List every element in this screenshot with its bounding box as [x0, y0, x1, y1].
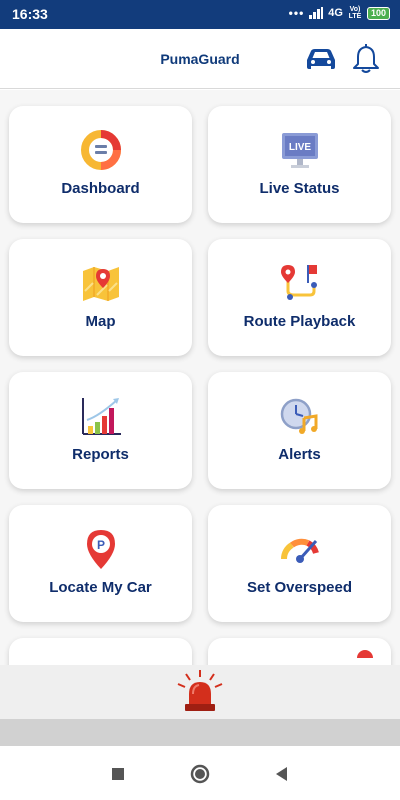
app-bar: PumaGuard [0, 29, 400, 89]
volte-indicator: Vo) LTE [348, 6, 362, 20]
siren-icon[interactable] [175, 668, 225, 714]
alerts-card[interactable]: Alerts [208, 372, 391, 489]
more-dots-icon: ••• [288, 6, 305, 20]
partial-card-left[interactable] [9, 638, 192, 665]
partial-card-right[interactable] [208, 638, 391, 665]
set-overspeed-label: Set Overspeed [246, 579, 353, 596]
status-time: 16:33 [12, 6, 48, 22]
route-playback-label: Route Playback [243, 313, 356, 330]
locate-my-car-card[interactable]: P Locate My Car [9, 505, 192, 622]
live-monitor-icon: LIVE [281, 133, 318, 168]
svg-text:LIVE: LIVE [288, 142, 311, 153]
map-pin-icon [82, 267, 119, 301]
locate-my-car-label: Locate My Car [49, 579, 152, 596]
app-title: PumaGuard [160, 51, 240, 67]
alerts-label: Alerts [278, 446, 321, 463]
system-nav-bar [0, 746, 400, 800]
reports-card[interactable]: Reports [9, 372, 192, 489]
menu-grid: Dashboard LIVE Live Status Map Route Pla… [0, 90, 400, 665]
car-icon[interactable] [304, 46, 338, 72]
parking-pin-icon: P [86, 530, 115, 569]
status-bar: 16:33 ••• 4G Vo) LTE 100 [0, 0, 400, 29]
dashboard-label: Dashboard [61, 180, 140, 197]
map-label: Map [85, 313, 116, 330]
dashboard-card[interactable]: Dashboard [9, 106, 192, 223]
signal-bars-icon [309, 7, 324, 19]
status-icons: ••• 4G Vo) LTE 100 [289, 6, 390, 20]
bottom-strip [0, 719, 400, 746]
network-type: 4G [328, 7, 343, 19]
live-status-label: Live Status [259, 180, 340, 197]
route-playback-card[interactable]: Route Playback [208, 239, 391, 356]
svg-text:P: P [96, 538, 104, 552]
speedometer-icon [280, 538, 319, 563]
reports-label: Reports [72, 446, 129, 463]
route-icon [280, 265, 317, 300]
battery-indicator: 100 [366, 6, 390, 20]
square-icon[interactable] [107, 763, 129, 785]
clock-note-icon [280, 398, 317, 434]
bell-icon[interactable] [351, 43, 381, 75]
back-triangle-icon[interactable] [271, 763, 293, 785]
dashboard-donut-icon [80, 130, 121, 170]
map-card[interactable]: Map [9, 239, 192, 356]
partial-red-icon [357, 650, 373, 658]
sos-bar[interactable] [0, 665, 400, 719]
live-status-card[interactable]: LIVE Live Status [208, 106, 391, 223]
set-overspeed-card[interactable]: Set Overspeed [208, 505, 391, 622]
circle-icon[interactable] [189, 763, 211, 785]
bar-chart-icon [81, 398, 121, 435]
